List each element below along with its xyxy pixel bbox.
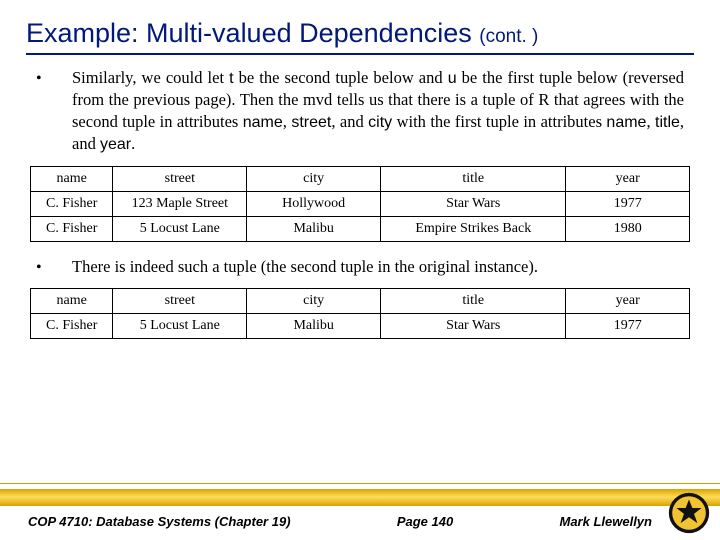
cell: Star Wars [381, 191, 566, 216]
th-name: name [31, 166, 113, 191]
bullet-2: • There is indeed such a tuple (the seco… [36, 256, 684, 279]
footer-gradient [0, 486, 720, 506]
bullet-1: • Similarly, we could let t be the secon… [36, 67, 684, 156]
bullet-marker: • [36, 256, 72, 279]
cell: C. Fisher [31, 216, 113, 241]
table-row: C. Fisher 5 Locust Lane Malibu Star Wars… [31, 314, 690, 339]
title-main: Example: Multi-valued Dependencies [26, 18, 479, 48]
text: , and [331, 112, 368, 131]
text: with the first tuple in attributes [392, 112, 606, 131]
bullet-marker: • [36, 67, 72, 90]
footer-bar: COP 4710: Database Systems (Chapter 19) … [0, 506, 720, 540]
attr-title: title [655, 114, 680, 131]
th-name: name [31, 289, 113, 314]
var-u: u [448, 70, 457, 87]
bullet-2-text: There is indeed such a tuple (the second… [72, 256, 684, 277]
text: . [131, 134, 135, 153]
attr-city: city [368, 114, 392, 131]
cell: Star Wars [381, 314, 566, 339]
table-header-row: name street city title year [31, 289, 690, 314]
footer: COP 4710: Database Systems (Chapter 19) … [0, 483, 720, 540]
attr-year: year [100, 136, 131, 153]
th-street: street [113, 289, 247, 314]
th-year: year [566, 166, 690, 191]
table-header-row: name street city title year [31, 166, 690, 191]
cell: 5 Locust Lane [113, 314, 247, 339]
table-1: name street city title year C. Fisher 12… [30, 166, 690, 242]
attr-name: name [243, 114, 283, 131]
cell: C. Fisher [31, 314, 113, 339]
th-title: title [381, 289, 566, 314]
text: be the second tuple below and [234, 68, 448, 87]
cell: 1977 [566, 314, 690, 339]
cell: Malibu [247, 314, 381, 339]
bullet-1-text: Similarly, we could let t be the second … [72, 67, 684, 156]
table-2: name street city title year C. Fisher 5 … [30, 288, 690, 339]
attr-street: street [291, 114, 331, 131]
footer-page: Page 140 [397, 514, 453, 529]
table-row: C. Fisher 5 Locust Lane Malibu Empire St… [31, 216, 690, 241]
cell: 5 Locust Lane [113, 216, 247, 241]
th-street: street [113, 166, 247, 191]
slide-title: Example: Multi-valued Dependencies (cont… [26, 18, 694, 49]
th-year: year [566, 289, 690, 314]
cell: 1977 [566, 191, 690, 216]
th-title: title [381, 166, 566, 191]
cell: 123 Maple Street [113, 191, 247, 216]
title-rule [26, 53, 694, 55]
text: , [646, 112, 655, 131]
footer-author: Mark Llewellyn [560, 514, 652, 529]
cell: 1980 [566, 216, 690, 241]
cell: Hollywood [247, 191, 381, 216]
footer-course: COP 4710: Database Systems (Chapter 19) [28, 514, 291, 529]
table-row: C. Fisher 123 Maple Street Hollywood Sta… [31, 191, 690, 216]
ucf-logo-icon [668, 492, 710, 534]
text: Similarly, we could let [72, 68, 229, 87]
cell: Empire Strikes Back [381, 216, 566, 241]
th-city: city [247, 166, 381, 191]
title-cont: (cont. ) [479, 26, 538, 47]
attr-name: name [606, 114, 646, 131]
cell: C. Fisher [31, 191, 113, 216]
th-city: city [247, 289, 381, 314]
cell: Malibu [247, 216, 381, 241]
slide: Example: Multi-valued Dependencies (cont… [0, 0, 720, 540]
